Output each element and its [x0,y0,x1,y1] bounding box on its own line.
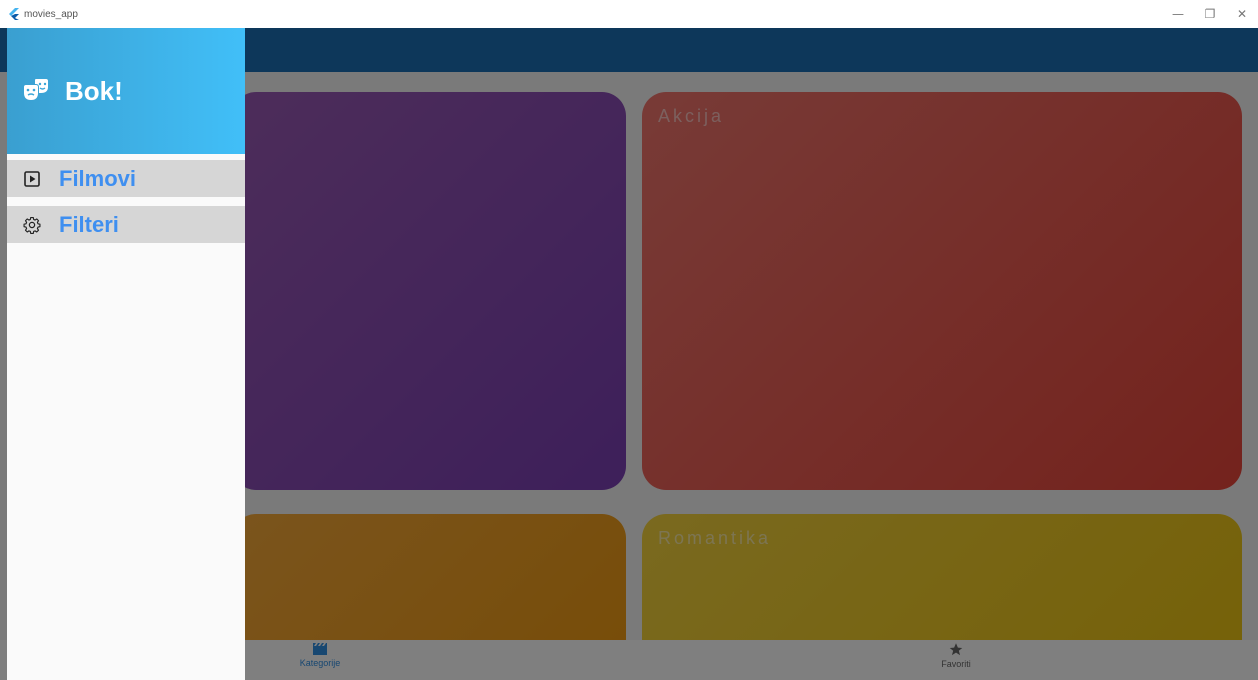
flutter-logo-icon [9,8,19,20]
gear-icon [23,216,41,234]
navigation-drawer: Bok! Filmovi Filteri [7,28,245,680]
window-controls: — ❐ ✕ [1162,0,1258,28]
drawer-header: Bok! [7,28,245,154]
drawer-item-filteri[interactable]: Filteri [7,206,245,243]
minimize-button[interactable]: — [1162,0,1194,28]
window-titlebar: movies_app — ❐ ✕ [0,0,1258,28]
drawer-item-label: Filmovi [59,165,137,191]
drawer-greeting: Bok! [65,75,123,106]
drawer-item-filmovi[interactable]: Filmovi [7,160,245,197]
play-box-icon [24,170,40,187]
close-button[interactable]: ✕ [1226,0,1258,28]
restore-button[interactable]: ❐ [1194,0,1226,28]
window-title: movies_app [24,8,78,20]
drawer-item-label: Filteri [59,211,119,237]
app-window: Akcija Romantika Kategorije Favoriti [0,28,1258,680]
theater-masks-icon [24,79,48,100]
